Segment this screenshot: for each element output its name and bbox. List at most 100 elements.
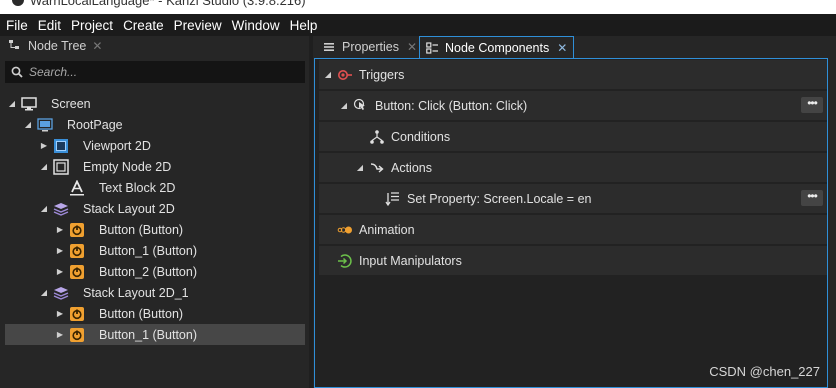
tab-node-tree-label: Node Tree <box>28 39 87 53</box>
expand-arrow-icon[interactable]: ◢ <box>339 101 349 110</box>
node-tree-panel: Node Tree ✕ Search... ◢ Screen ◢ RootPag… <box>0 36 309 388</box>
close-icon[interactable]: ✕ <box>92 39 102 53</box>
click-icon <box>353 98 369 114</box>
expand-arrow-icon[interactable]: ◢ <box>23 120 33 129</box>
node-tree-icon <box>8 39 22 54</box>
tree-item-viewport-2d[interactable]: ▶ Viewport 2D <box>5 135 305 156</box>
search-input[interactable]: Search... <box>5 61 305 83</box>
menu-window[interactable]: Window <box>232 18 280 33</box>
properties-icon <box>324 43 334 51</box>
button-icon <box>69 243 85 259</box>
expand-arrow-icon[interactable]: ◢ <box>7 99 17 108</box>
expand-arrow-icon[interactable]: ◢ <box>39 204 49 213</box>
tree-item-button-1[interactable]: ▶ Button_1 (Button) <box>5 240 305 261</box>
more-options-button[interactable]: ••• <box>801 190 823 206</box>
conditions-icon <box>369 129 385 145</box>
expand-arrow-icon[interactable]: ◢ <box>355 163 365 172</box>
collapse-arrow-icon[interactable]: ▶ <box>55 330 65 339</box>
menu-help[interactable]: Help <box>290 18 318 33</box>
tree-item-button-1-selected[interactable]: ▶ Button_1 (Button) <box>5 324 305 345</box>
search-placeholder: Search... <box>29 65 78 79</box>
expand-arrow-icon[interactable]: ◢ <box>39 288 49 297</box>
tree-item-label: Text Block 2D <box>99 180 176 195</box>
row-label: Button: Click (Button: Click) <box>375 99 528 113</box>
tree-item-label: Button_1 (Button) <box>99 327 197 342</box>
menu-create[interactable]: Create <box>123 18 164 33</box>
search-icon <box>11 66 23 78</box>
menu-edit[interactable]: Edit <box>38 18 61 33</box>
row-animation[interactable]: Animation <box>319 215 827 245</box>
viewport-icon <box>53 138 69 154</box>
row-label: Animation <box>359 223 415 237</box>
row-button-click-trigger[interactable]: ◢ Button: Click (Button: Click) ••• <box>319 91 827 121</box>
node-components-panel: Properties ✕ Node Components ✕ ◢ Trigger… <box>313 36 836 388</box>
tree-item-button[interactable]: ▶ Button (Button) <box>5 219 305 240</box>
row-label: Triggers <box>359 68 405 82</box>
row-triggers[interactable]: ◢ Triggers <box>319 60 827 90</box>
tree-item-empty-node-2d[interactable]: ◢ Empty Node 2D <box>5 156 305 177</box>
menu-bar: File Edit Project Create Preview Window … <box>0 14 836 36</box>
tab-properties[interactable]: Properties ✕ <box>317 36 423 58</box>
watermark: CSDN @chen_227 <box>709 364 820 379</box>
tree-item-label: Empty Node 2D <box>83 159 172 174</box>
tree-item-stack-layout-2d[interactable]: ◢ Stack Layout 2D <box>5 198 305 219</box>
tree-item-label: Viewport 2D <box>83 138 151 153</box>
tree-item-label: Screen <box>51 96 91 111</box>
stack-layout-icon <box>53 201 69 217</box>
input-manipulator-icon <box>337 253 353 269</box>
tree-item-label: Button (Button) <box>99 222 184 237</box>
row-set-property-action[interactable]: Set Property: Screen.Locale = en ••• <box>319 184 827 214</box>
more-options-button[interactable]: ••• <box>801 97 823 113</box>
panel-tabs: Properties ✕ Node Components ✕ <box>313 36 836 58</box>
trigger-icon <box>337 67 353 83</box>
menu-preview[interactable]: Preview <box>174 18 222 33</box>
collapse-arrow-icon[interactable]: ▶ <box>39 141 49 150</box>
button-icon <box>69 327 85 343</box>
collapse-arrow-icon[interactable]: ▶ <box>55 246 65 255</box>
collapse-arrow-icon[interactable]: ▶ <box>55 309 65 318</box>
tree-item-label: Button_1 (Button) <box>99 243 197 258</box>
stack-layout-icon <box>53 285 69 301</box>
close-icon[interactable]: ✕ <box>557 41 567 55</box>
kanzi-logo-icon <box>12 0 24 6</box>
tree-item-screen[interactable]: ◢ Screen <box>5 93 305 114</box>
title-bar: WarnLocalLanguage* - Kanzi Studio (3.9.8… <box>0 0 836 14</box>
tab-properties-label: Properties <box>342 40 399 54</box>
actions-icon <box>369 160 385 176</box>
empty-node-icon <box>53 158 69 175</box>
text-block-icon <box>69 179 85 196</box>
row-label: Conditions <box>391 130 451 144</box>
collapse-arrow-icon[interactable]: ▶ <box>55 225 65 234</box>
row-input-manipulators[interactable]: Input Manipulators <box>319 246 827 276</box>
page-icon <box>37 117 53 133</box>
tab-node-components[interactable]: Node Components ✕ <box>419 36 575 58</box>
close-icon[interactable]: ✕ <box>407 40 417 54</box>
row-actions[interactable]: ◢ Actions <box>319 153 827 183</box>
tree-item-text-block-2d[interactable]: Text Block 2D <box>5 177 305 198</box>
collapse-arrow-icon[interactable]: ▶ <box>55 267 65 276</box>
scrollbar[interactable] <box>828 58 834 388</box>
expand-arrow-icon[interactable]: ◢ <box>323 70 333 79</box>
menu-file[interactable]: File <box>6 18 28 33</box>
row-label: Actions <box>391 161 432 175</box>
tab-node-tree[interactable]: Node Tree ✕ <box>8 36 102 56</box>
expand-arrow-icon[interactable]: ◢ <box>39 162 49 171</box>
set-property-icon <box>385 191 401 207</box>
row-label: Set Property: Screen.Locale = en <box>407 192 592 206</box>
row-label: Input Manipulators <box>359 254 462 268</box>
tree-item-button-2[interactable]: ▶ Button_2 (Button) <box>5 261 305 282</box>
tree-item-stack-layout-2d-1[interactable]: ◢ Stack Layout 2D_1 <box>5 282 305 303</box>
row-conditions[interactable]: Conditions <box>319 122 827 152</box>
tree-item-button[interactable]: ▶ Button (Button) <box>5 303 305 324</box>
window-title: WarnLocalLanguage* - Kanzi Studio (3.9.8… <box>30 0 306 8</box>
node-components-icon <box>426 41 438 54</box>
tree-item-label: Stack Layout 2D_1 <box>83 285 189 300</box>
animation-icon <box>337 222 353 238</box>
menu-project[interactable]: Project <box>71 18 113 33</box>
tree-item-label: Button_2 (Button) <box>99 264 197 279</box>
tab-node-components-label: Node Components <box>445 40 550 55</box>
tree-item-label: Stack Layout 2D <box>83 201 175 216</box>
tree-item-label: Button (Button) <box>99 306 184 321</box>
screen-icon <box>21 96 37 112</box>
tree-item-rootpage[interactable]: ◢ RootPage <box>5 114 305 135</box>
